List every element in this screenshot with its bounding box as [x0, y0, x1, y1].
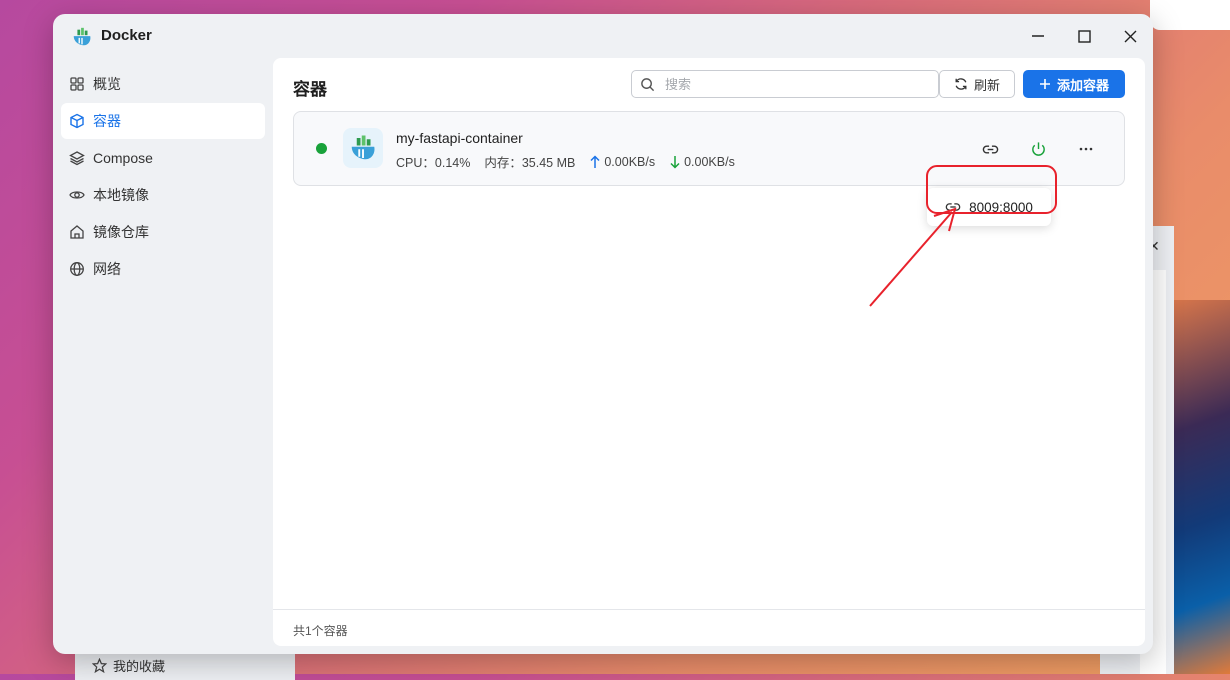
link-icon [982, 144, 998, 154]
home-icon [70, 225, 84, 239]
star-icon [92, 658, 107, 673]
sidebar-item-local-images[interactable]: 本地镜像 [61, 177, 265, 213]
arrow-up-icon [590, 154, 600, 168]
sidebar-item-registry[interactable]: 镜像仓库 [61, 214, 265, 250]
docker-logo-icon [73, 27, 91, 46]
search-icon [641, 77, 655, 91]
upload-rate-group: 0.00KB/s [589, 155, 655, 169]
container-stats: CPU：0.14% 内存：35.45 MB 0.00KB/s 0.00KB/s [396, 152, 735, 171]
refresh-icon [955, 78, 967, 90]
more-icon [1079, 147, 1093, 151]
download-rate-group: 0.00KB/s [669, 155, 735, 169]
container-count: 共1个容器 [293, 624, 348, 638]
container-name: my-fastapi-container [396, 130, 523, 146]
sidebar-item-label: 概览 [93, 76, 121, 92]
port-mapping-popover[interactable]: 8009:8000 [927, 188, 1051, 226]
maximize-icon [1077, 29, 1091, 43]
power-button[interactable] [1027, 138, 1049, 160]
container-app-icon [343, 128, 383, 168]
add-container-button[interactable]: 添加容器 [1023, 70, 1125, 98]
refresh-label: 刷新 [973, 77, 1000, 93]
favorites-item[interactable]: 我的收藏 [92, 656, 165, 675]
sidebar-item-label: 网络 [93, 261, 121, 277]
close-icon [1124, 30, 1136, 42]
search-input[interactable] [663, 75, 917, 93]
sidebar-item-compose[interactable]: Compose [61, 140, 265, 176]
sidebar-item-network[interactable]: 网络 [61, 251, 265, 287]
cpu-usage: CPU：0.14% [396, 156, 471, 170]
window-title: Docker [101, 27, 152, 44]
footer-divider [273, 609, 1145, 610]
power-icon [1031, 141, 1045, 156]
main-content: 容器 刷新 添加容器 my-fastapi [273, 58, 1145, 646]
eye-icon [69, 191, 85, 199]
cube-icon [70, 113, 84, 129]
refresh-button[interactable]: 刷新 [939, 70, 1015, 98]
add-container-label: 添加容器 [1056, 77, 1109, 93]
sidebar-item-overview[interactable]: 概览 [61, 66, 265, 102]
minimize-button[interactable] [1026, 26, 1050, 46]
arrow-down-icon [670, 155, 680, 169]
download-rate: 0.00KB/s [684, 154, 735, 169]
sidebar-item-label: Compose [93, 150, 153, 166]
plus-icon [1039, 79, 1050, 89]
container-card[interactable]: my-fastapi-container CPU：0.14% 内存：35.45 … [293, 111, 1125, 186]
sidebar-item-label: 本地镜像 [93, 187, 149, 203]
desktop-top-strip [1150, 0, 1230, 30]
more-button[interactable] [1075, 138, 1097, 160]
sidebar: 概览 容器 Compose 本地镜像 镜像仓库 网络 [61, 66, 265, 288]
close-button[interactable] [1118, 26, 1142, 46]
maximize-button[interactable] [1072, 26, 1096, 46]
grid-icon [70, 77, 84, 91]
link-icon [945, 203, 961, 211]
docker-window: Docker 概览 容器 Compose 本地镜像 镜像仓库 网络 容器 搜索 … [53, 14, 1153, 654]
sidebar-item-label: 容器 [93, 113, 121, 129]
port-link-button[interactable] [979, 138, 1001, 160]
sidebar-item-containers[interactable]: 容器 [61, 103, 265, 139]
globe-icon [70, 262, 84, 276]
layers-icon [69, 151, 85, 166]
upload-rate: 0.00KB/s [604, 154, 656, 169]
sidebar-item-label: 镜像仓库 [93, 224, 149, 240]
memory-usage: 内存：35.45 MB [484, 156, 576, 170]
minimize-icon [1032, 35, 1044, 37]
page-title: 容器 [293, 80, 327, 99]
docker-logo-icon [351, 135, 375, 160]
port-mapping-text: 8009:8000 [969, 199, 1033, 215]
favorites-label: 我的收藏 [113, 659, 166, 674]
running-status-dot [316, 143, 327, 154]
titlebar: Docker [53, 14, 1153, 58]
search-box[interactable] [631, 70, 939, 98]
